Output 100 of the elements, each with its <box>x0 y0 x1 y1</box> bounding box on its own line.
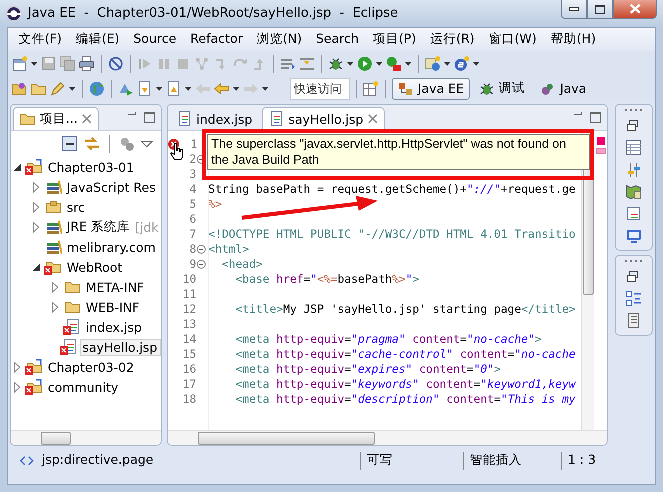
menu-item[interactable]: 浏览(N) <box>250 30 310 49</box>
document-icon[interactable] <box>626 313 642 329</box>
maximize-icon[interactable] <box>144 112 155 123</box>
close-icon[interactable] <box>368 114 378 124</box>
grip-icon[interactable] <box>624 109 644 112</box>
perspective-button[interactable]: Java <box>534 78 593 100</box>
tree-item[interactable]: WEB-INF <box>83 298 143 316</box>
line-number: 8 <box>188 242 197 257</box>
close-icon[interactable] <box>82 114 92 124</box>
outline-icon[interactable] <box>626 291 642 307</box>
properties-icon[interactable] <box>626 206 642 222</box>
tree-item[interactable]: src <box>64 198 88 216</box>
link-arrows-icon[interactable] <box>84 136 100 152</box>
line-number: 5 <box>188 197 197 212</box>
monitor-icon[interactable] <box>626 228 642 244</box>
tree-item[interactable]: META-INF <box>83 278 148 296</box>
tree-item[interactable]: JRE 系统库 <box>64 218 134 236</box>
tree-item[interactable]: melibrary.com <box>64 238 159 256</box>
horizontal-scrollbar[interactable] <box>168 430 608 445</box>
menu-item[interactable]: 编辑(E) <box>68 30 127 49</box>
minimize-icon <box>569 7 579 11</box>
tree-item[interactable]: community <box>45 378 122 396</box>
tree-item[interactable]: sayHello.jsp <box>80 338 161 356</box>
status-text: 1 : 3 <box>567 452 598 467</box>
menu-item[interactable]: 项目(P) <box>366 30 424 49</box>
editor-tab[interactable]: sayHello.jsp <box>262 107 385 130</box>
code-line: <meta http-equiv="description" content="This is my <box>234 392 576 407</box>
dropdown-caret-icon[interactable] <box>233 86 240 90</box>
view-menu-icon[interactable] <box>140 140 153 148</box>
table-icon[interactable] <box>626 140 642 156</box>
code-line: <meta http-equiv="cache-control" content="no-cache <box>234 347 576 362</box>
horizontal-scrollbar[interactable] <box>11 430 161 445</box>
menu-item[interactable]: Refactor <box>184 30 250 49</box>
file-icon <box>176 111 193 127</box>
dropdown-caret-icon[interactable] <box>444 62 451 66</box>
close-icon <box>630 4 640 14</box>
perspective-button[interactable]: Java EE <box>392 78 470 100</box>
code-line: <meta http-equiv="pragma" content="no-cache"> <box>234 332 542 347</box>
open-folder-icon[interactable] <box>12 80 28 96</box>
new-service-icon[interactable] <box>454 56 470 72</box>
perspective-button[interactable]: 调试 <box>473 78 532 100</box>
maximize-button[interactable] <box>587 0 613 19</box>
menu-item[interactable]: 运行(R) <box>423 30 482 49</box>
run-server-icon[interactable] <box>386 56 402 72</box>
minimize-button[interactable] <box>561 0 587 19</box>
menu-item[interactable]: Source <box>126 30 184 49</box>
hand-cursor-icon <box>170 143 184 161</box>
close-button[interactable] <box>613 0 657 19</box>
maximize-icon <box>595 4 605 14</box>
grip-icon[interactable] <box>624 260 644 263</box>
bug-icon[interactable] <box>328 56 344 72</box>
tree-item[interactable]: WebRoot <box>64 258 126 276</box>
circle-slash-icon[interactable] <box>108 56 124 72</box>
status-text: 智能插入 <box>469 452 523 469</box>
dropdown-caret-icon[interactable] <box>347 62 354 66</box>
menu-item[interactable]: 窗口(W) <box>482 30 544 49</box>
dropdown-caret-icon[interactable] <box>405 62 412 66</box>
code-icon <box>20 456 34 466</box>
minimize-icon[interactable] <box>574 112 582 115</box>
filter-icon[interactable] <box>299 56 315 72</box>
dropdown-caret-icon[interactable] <box>69 86 76 90</box>
collapse-all-icon[interactable] <box>62 136 78 152</box>
line-number: 13 <box>182 317 197 332</box>
quick-access-field[interactable]: 快速访问 <box>290 78 350 100</box>
tree-item[interactable]: index.jsp <box>83 318 146 336</box>
dropdown-caret-icon[interactable] <box>262 86 269 90</box>
tree-item[interactable]: JavaScript Res <box>64 178 159 196</box>
window-title: Java EE - Chapter03-01/WebRoot/sayHello.jsp - Eclipse <box>28 6 400 21</box>
tree-item-suffix: [jdk <box>135 220 159 234</box>
menu-item[interactable]: 文件(F) <box>12 30 69 49</box>
gears-icon[interactable] <box>118 136 135 152</box>
dropdown-caret-icon[interactable] <box>31 62 38 66</box>
tree-item[interactable]: Chapter03-01 <box>45 158 138 176</box>
dropdown-caret-icon[interactable] <box>185 86 192 90</box>
tree-item[interactable]: Chapter03-02 <box>45 358 138 376</box>
books-icon <box>44 239 62 255</box>
warning-marker[interactable] <box>596 148 606 154</box>
minimize-icon[interactable] <box>128 112 136 115</box>
new-file-icon[interactable] <box>12 56 28 72</box>
fold-icon[interactable] <box>196 260 206 269</box>
dropdown-caret-icon[interactable] <box>156 86 163 90</box>
open-perspective-icon[interactable] <box>363 80 379 96</box>
line-number: 1 <box>190 137 198 152</box>
nodes-icon[interactable] <box>194 56 210 72</box>
map-icon[interactable] <box>626 184 642 200</box>
error-marker[interactable] <box>596 137 605 145</box>
menu-item[interactable]: 帮助(H) <box>544 30 604 49</box>
menu-item[interactable]: Search <box>309 30 366 49</box>
sliders-icon[interactable] <box>626 162 642 178</box>
line-number: 14 <box>182 332 197 347</box>
dropdown-caret-icon[interactable] <box>376 62 383 66</box>
code-line: <meta http-equiv="expires" content="0"> <box>234 362 502 377</box>
printer-icon[interactable] <box>79 56 95 72</box>
dropdown-caret-icon[interactable] <box>473 62 480 66</box>
view-tab[interactable]: 项目... <box>13 107 99 130</box>
maximize-icon[interactable] <box>590 112 602 123</box>
line-number: 10 <box>182 272 197 287</box>
line-number: 12 <box>182 302 197 317</box>
globe-icon[interactable] <box>89 80 105 96</box>
fold-icon[interactable] <box>196 245 206 254</box>
